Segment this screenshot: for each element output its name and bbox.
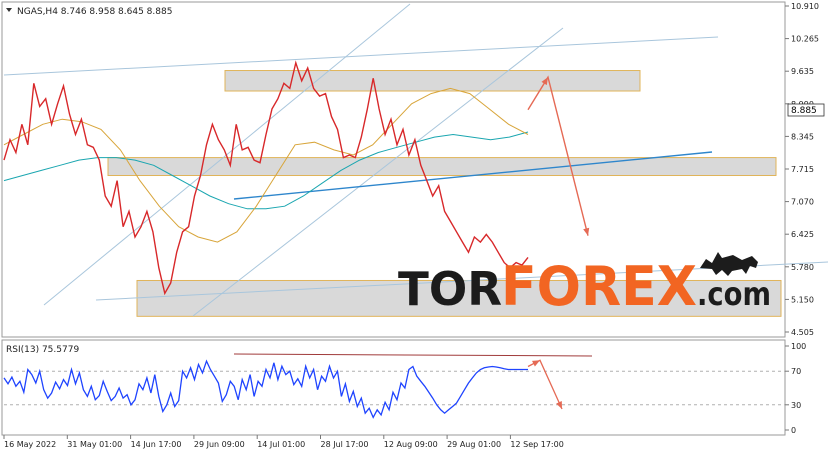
- x-tick-label: 29 Aug 01:00: [447, 440, 501, 449]
- price-tick-label: 7.715: [791, 165, 814, 174]
- rsi-tick-label: 70: [791, 367, 801, 376]
- x-tick-label: 16 May 2022: [4, 440, 56, 449]
- price-tick-label: 8.345: [791, 132, 814, 141]
- chart-root: NGAS,H4 8.746 8.958 8.645 8.885 10.910 10…: [0, 0, 828, 455]
- sr-zone: [107, 157, 777, 177]
- rsi-tick-label: 30: [791, 401, 801, 410]
- price-tick-label: 5.150: [791, 295, 814, 304]
- price-tick-label: 9.635: [791, 67, 814, 76]
- rsi-tick-label: 0: [791, 426, 796, 435]
- chart-svg: NGAS,H4 8.746 8.958 8.645 8.885 10.910 10…: [0, 0, 828, 455]
- brand-logo: TOR FOREX .com: [398, 252, 771, 318]
- rsi-tick-label: 100: [791, 342, 806, 351]
- rsi-title: RSI(13) 75.5779: [6, 345, 79, 355]
- price-tick-label: 10.265: [791, 35, 819, 44]
- sr-zone: [224, 70, 641, 92]
- price-tick-label: 6.425: [791, 230, 814, 239]
- x-tick-label: 14 Jul 01:00: [257, 440, 305, 449]
- price-tick-label: 7.070: [791, 198, 814, 207]
- x-tick-label: 14 Jun 17:00: [131, 440, 182, 449]
- price-title: NGAS,H4 8.746 8.958 8.645 8.885: [17, 7, 172, 17]
- price-tick-label: 4.505: [791, 328, 814, 337]
- x-tick-label: 12 Sep 17:00: [510, 440, 563, 449]
- brand-text-forex: FOREX: [501, 255, 697, 318]
- price-tick-label: 5.780: [791, 263, 814, 272]
- brand-text-com: .com: [697, 275, 771, 313]
- current-price-text: 8.885: [791, 106, 817, 116]
- x-tick-label: 29 Jun 09:00: [194, 440, 245, 449]
- current-price-label: 8.885: [787, 103, 825, 117]
- x-tick-label: 31 May 01:00: [67, 440, 122, 449]
- x-tick-label: 12 Aug 09:00: [384, 440, 438, 449]
- x-tick-label: 28 Jul 17:00: [321, 440, 369, 449]
- price-tick-label: 10.910: [791, 2, 819, 11]
- brand-text-tor: TOR: [398, 262, 502, 316]
